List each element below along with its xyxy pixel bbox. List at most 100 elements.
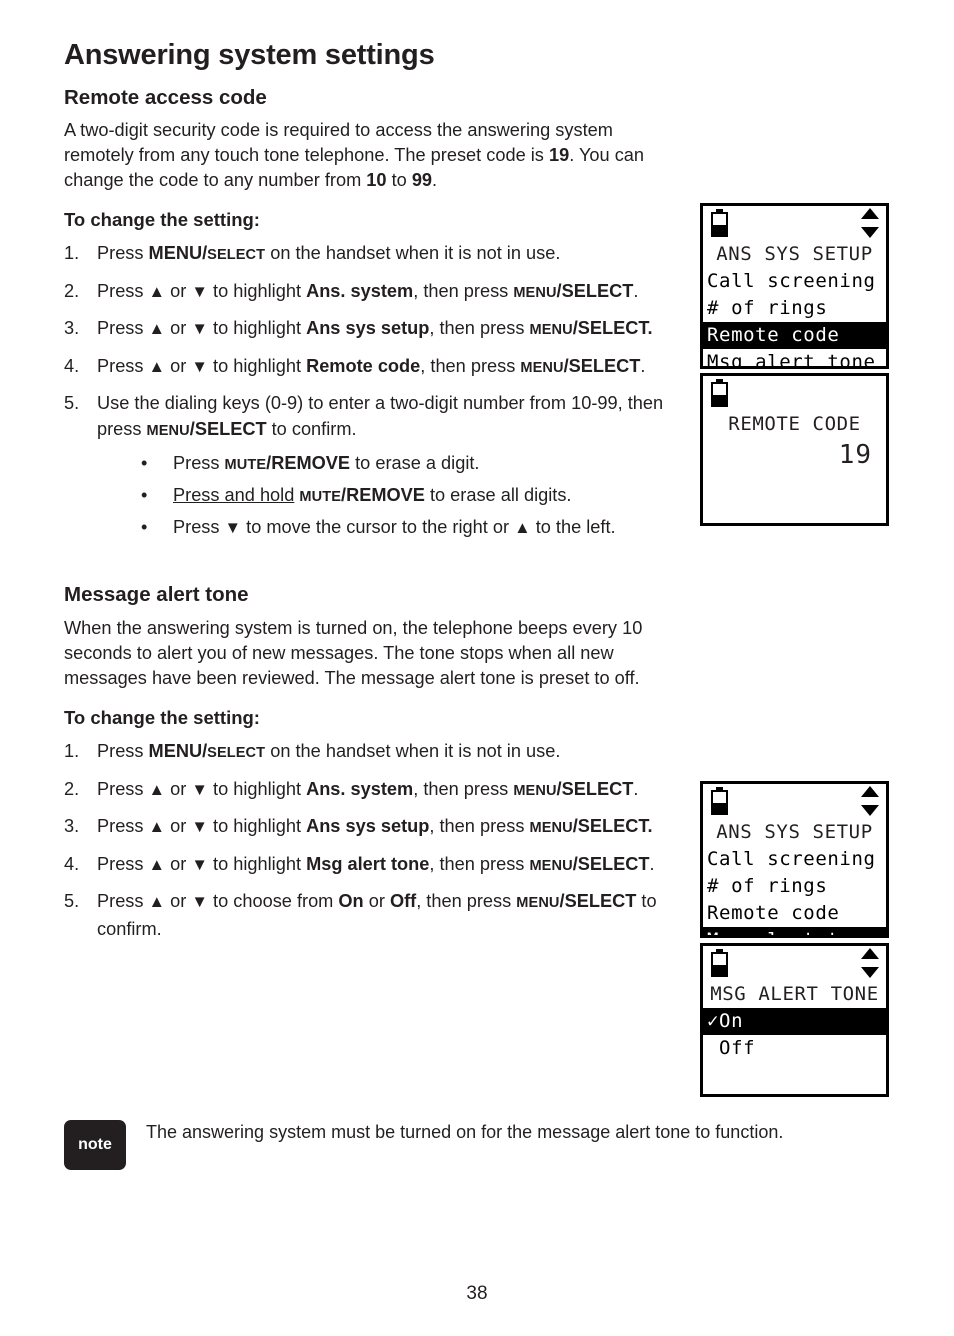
lcd-menu-item[interactable]: Remote code	[703, 900, 886, 927]
key-label-select: /SELECT	[556, 280, 634, 301]
lcd-screen-remote-code-value: REMOTE CODE 19	[700, 373, 889, 526]
lcd-status-bar	[703, 376, 886, 410]
page-title: Answering system settings	[64, 39, 435, 71]
step-text: Press	[97, 853, 149, 874]
arrow-down-icon: ▼	[191, 817, 208, 837]
bullet-item: • Press and hold MUTE/REMOVE to erase all…	[97, 480, 684, 512]
lcd-menu-item[interactable]: # of rings	[703, 873, 886, 900]
scroll-arrows-icon	[861, 208, 879, 238]
arrow-up-icon	[861, 948, 879, 959]
menu-target-label: Ans sys setup	[306, 816, 430, 837]
step-item: 1. Press MENU/SELECT on the handset when …	[64, 739, 684, 767]
step-text-tail: to confirm.	[266, 418, 357, 439]
step-text: Press	[97, 816, 149, 837]
lcd-menu-item[interactable]: Call screening	[703, 268, 886, 295]
bullet-item: • Press MUTE/REMOVE to erase a digit.	[97, 448, 684, 480]
arrow-down-icon: ▼	[191, 319, 208, 339]
key-label-select: SELECT	[207, 745, 266, 762]
key-label-menu: MENU/	[148, 243, 208, 264]
arrow-down-icon: ▼	[191, 779, 208, 799]
step-text-b: to highlight	[207, 778, 307, 799]
step-text-tail: .	[640, 355, 646, 376]
key-label-menu: MENU	[513, 782, 557, 799]
step-text-b: to highlight	[207, 318, 307, 339]
step-number: 2.	[64, 778, 80, 799]
menu-target-label: Remote code	[306, 355, 421, 376]
step-text-mid: or	[165, 853, 192, 874]
key-label-menu: MENU	[529, 322, 573, 339]
lcd-menu-item[interactable]: Call screening	[703, 846, 886, 873]
menu-target-label: Ans sys setup	[306, 318, 430, 339]
steps-list-message-alert-tone: 1. Press MENU/SELECT on the handset when …	[64, 739, 684, 942]
step-text-mid: or	[165, 355, 192, 376]
step-text-tail: on the handset when it is not in use.	[265, 243, 561, 264]
page-number: 38	[466, 1283, 488, 1304]
step-item: 3. Press ▲ or ▼ to highlight Ans sys setu…	[64, 814, 684, 842]
step-text: Press	[97, 243, 149, 264]
bullet-dot-icon: •	[141, 453, 148, 474]
menu-target-label: Msg alert tone	[306, 853, 430, 874]
bullet-item: • Press ▼ to move the cursor to the right…	[97, 512, 684, 543]
howto-label-message-alert-tone: To change the setting:	[64, 707, 260, 729]
arrow-down-icon: ▼	[191, 854, 208, 874]
key-label-menu: MENU	[529, 820, 573, 837]
step-text-mid: or	[165, 816, 192, 837]
step-text-tail: on the handset when it is not in use.	[265, 741, 561, 762]
lcd-status-bar	[703, 946, 886, 980]
key-label-menu: MENU	[146, 422, 190, 439]
key-label-menu: MENU	[513, 284, 557, 301]
step-number: 3.	[64, 318, 80, 339]
howto-label-remote-access-code: To change the setting:	[64, 209, 260, 231]
lcd-menu-item[interactable]: # of rings	[703, 295, 886, 322]
arrow-up-icon	[861, 208, 879, 219]
press-and-hold-emphasis: Press and hold	[173, 485, 295, 506]
arrow-up-icon: ▲	[514, 518, 531, 538]
arrow-up-icon: ▲	[148, 854, 166, 874]
step-item: 5. Press ▲ or ▼ to choose from On or Off,…	[64, 889, 684, 942]
steps-list-remote-access-code: 1. Press MENU/SELECT on the handset when …	[64, 241, 684, 543]
lcd-menu-item-selected[interactable]: Msg alert tone	[703, 927, 886, 935]
step-number: 3.	[64, 816, 80, 837]
key-label-remove: /REMOVE	[266, 453, 351, 474]
text-column: Answering system settings Remote access …	[64, 39, 684, 952]
step-text-c: , then press	[429, 318, 530, 339]
menu-target-label: Ans. system	[306, 280, 414, 301]
remote-access-code-intro: A two-digit security code is required to…	[64, 118, 684, 193]
lcd-menu-item-selected[interactable]: Remote code	[703, 322, 886, 349]
arrow-down-icon: ▼	[191, 281, 208, 301]
lcd-status-bar	[703, 784, 886, 818]
step-text-mid: or	[165, 318, 192, 339]
step-text-mid: or	[165, 891, 192, 912]
key-label-select: /SELECT	[572, 853, 650, 874]
lcd-remote-code-value[interactable]: 19	[703, 438, 886, 472]
arrow-up-icon: ▲	[148, 356, 166, 376]
key-label-select: /SELECT	[563, 355, 641, 376]
arrow-down-icon	[861, 805, 879, 816]
lcd-menu-item[interactable]: Msg alert tone	[703, 349, 886, 366]
step-number: 5.	[64, 393, 80, 414]
key-label-select: /SELECT	[556, 778, 634, 799]
lcd-option-off[interactable]: Off	[703, 1035, 886, 1062]
bullet-dot-icon: •	[141, 485, 148, 506]
key-label-select: SELECT	[207, 247, 266, 264]
lcd-option-on-selected[interactable]: ✓On	[703, 1008, 886, 1035]
key-label-mute: MUTE	[224, 457, 267, 474]
intro-text-e: to	[386, 170, 412, 191]
note-badge: note	[64, 1120, 126, 1170]
arrow-up-icon: ▲	[148, 779, 166, 799]
step-text-b: to choose from	[207, 891, 339, 912]
battery-icon	[711, 379, 728, 407]
step-text-mid: or	[165, 280, 192, 301]
key-label-menu: MENU	[516, 895, 560, 912]
bullet-text-tail: to erase a digit.	[350, 453, 480, 474]
step-text-c: or	[363, 891, 390, 912]
step-text-tail: .	[633, 778, 639, 799]
option-label-off: Off	[389, 891, 417, 912]
lcd-screen-ans-sys-setup-msg-alert: ANS SYS SETUP Call screening # of rings …	[700, 781, 889, 938]
arrow-up-icon: ▲	[148, 319, 166, 339]
step-number: 4.	[64, 355, 80, 376]
step-number: 4.	[64, 853, 80, 874]
intro-text-g: .	[432, 170, 438, 191]
bullet-text: Press	[173, 453, 225, 474]
key-label-remove: /REMOVE	[341, 485, 425, 506]
